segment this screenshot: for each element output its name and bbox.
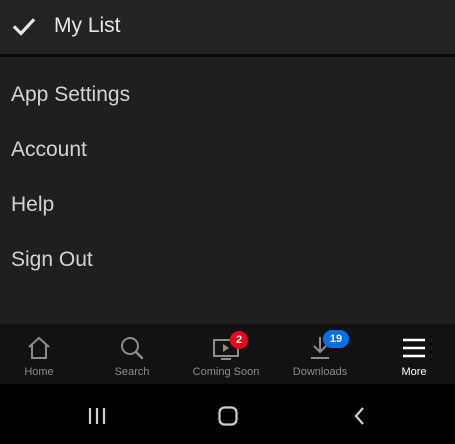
tab-coming-soon-label: Coming Soon [192, 366, 260, 378]
back-icon[interactable] [348, 404, 372, 428]
tab-home-label: Home [24, 366, 54, 378]
tab-more[interactable]: More [369, 324, 455, 384]
tab-more-label: More [401, 366, 427, 378]
my-list-row[interactable]: My List [0, 0, 455, 54]
menu-item-account[interactable]: Account [11, 138, 87, 162]
tab-search-label: Search [114, 366, 150, 378]
coming-soon-badge: 2 [230, 331, 248, 349]
tab-coming-soon[interactable]: 2 Coming Soon [181, 324, 271, 384]
recent-apps-icon[interactable] [85, 404, 109, 428]
tab-home[interactable]: Home [0, 324, 84, 384]
downloads-badge: 19 [323, 330, 349, 348]
menu-item-app-settings[interactable]: App Settings [11, 83, 130, 107]
tab-downloads[interactable]: 19 Downloads [275, 324, 365, 384]
my-list-label: My List [54, 14, 121, 37]
home-icon [28, 336, 50, 359]
tab-downloads-label: Downloads [292, 366, 348, 378]
menu-item-help[interactable]: Help [11, 193, 54, 217]
bottom-tab-bar: Home Search 2 Coming Soon 19 Downloads M… [0, 324, 455, 384]
tab-search[interactable]: Search [87, 324, 177, 384]
search-icon [121, 337, 144, 360]
check-icon [12, 18, 36, 36]
home-button-icon[interactable] [216, 404, 240, 428]
system-nav-bar [0, 384, 455, 444]
menu-icon [403, 338, 425, 358]
menu-item-sign-out[interactable]: Sign Out [11, 248, 93, 272]
more-menu: App Settings Account Help Sign Out [0, 57, 455, 324]
